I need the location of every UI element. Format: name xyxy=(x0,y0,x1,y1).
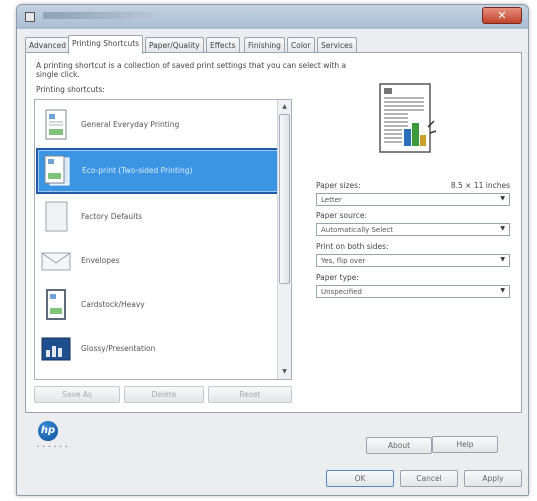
window-title-blurred xyxy=(43,12,153,19)
shortcut-general-everyday-printing[interactable]: General Everyday Printing xyxy=(37,104,279,146)
tab-finishing[interactable]: Finishing xyxy=(244,37,285,53)
shortcut-label: Eco-print (Two-sided Printing) xyxy=(82,166,193,175)
close-button[interactable]: ✕ xyxy=(482,7,522,24)
paper-type-label: Paper type: xyxy=(316,273,359,282)
presentation-icon xyxy=(41,337,71,361)
shortcut-eco-print[interactable]: Eco-print (Two-sided Printing) xyxy=(36,148,281,194)
blank-page-icon xyxy=(45,201,68,232)
scroll-thumb[interactable] xyxy=(279,114,290,284)
shortcuts-scrollbar[interactable]: ▲ ▼ xyxy=(277,100,291,379)
print-properties-dialog: ✕ Advanced Printing Shortcuts Paper/Qual… xyxy=(16,4,529,496)
printer-icon xyxy=(25,12,35,22)
hp-logo-dots: • • • • • • xyxy=(37,444,69,449)
shortcut-label: Envelopes xyxy=(81,256,120,265)
shortcut-glossy-presentation[interactable]: Glossy/Presentation xyxy=(37,328,279,370)
scroll-down-icon[interactable]: ▼ xyxy=(278,365,291,379)
help-button[interactable]: Help xyxy=(432,436,498,453)
hp-logo-icon: hp xyxy=(38,421,58,441)
panel-description: A printing shortcut is a collection of s… xyxy=(36,61,347,79)
tab-printing-shortcuts[interactable]: Printing Shortcuts xyxy=(68,35,144,54)
paper-size-select[interactable]: Letter ▼ xyxy=(316,193,510,206)
print-both-sides-label: Print on both sides: xyxy=(316,242,389,251)
cardstock-icon xyxy=(46,289,66,320)
apply-button[interactable]: Apply xyxy=(464,470,522,487)
tab-effects[interactable]: Effects xyxy=(206,37,240,53)
paper-size-dimensions: 8.5 × 11 inches xyxy=(450,181,510,190)
print-both-sides-select[interactable]: Yes, flip over ▼ xyxy=(316,254,510,267)
shortcut-factory-defaults[interactable]: Factory Defaults xyxy=(37,196,279,238)
envelope-icon xyxy=(41,252,71,271)
paper-type-select[interactable]: Unspecified ▼ xyxy=(316,285,510,298)
shortcut-label: Glossy/Presentation xyxy=(81,344,156,353)
tab-strip: Advanced Printing Shortcuts Paper/Qualit… xyxy=(25,35,520,54)
page-preview-icon xyxy=(379,83,437,153)
cancel-button[interactable]: Cancel xyxy=(400,470,458,487)
paper-type-selected: Unspecified xyxy=(321,288,362,296)
tab-services[interactable]: Services xyxy=(317,37,357,53)
scroll-up-icon[interactable]: ▲ xyxy=(278,100,291,114)
printing-shortcuts-label: Printing shortcuts: xyxy=(36,85,105,94)
paper-source-label: Paper source: xyxy=(316,211,368,220)
shortcuts-list[interactable]: General Everyday Printing Eco-print (Two… xyxy=(34,99,292,380)
save-as-button[interactable]: Save As xyxy=(34,386,120,403)
paper-size-label: Paper sizes: xyxy=(316,181,361,190)
delete-button[interactable]: Delete xyxy=(124,386,204,403)
shortcut-label: Factory Defaults xyxy=(81,212,143,221)
paper-size-selected: Letter xyxy=(321,196,342,204)
printing-shortcuts-panel: A printing shortcut is a collection of s… xyxy=(25,52,522,454)
tab-color[interactable]: Color xyxy=(287,37,315,53)
paper-source-selected: Automatically Select xyxy=(321,226,394,234)
chevron-down-icon: ▼ xyxy=(500,195,505,202)
tab-advanced[interactable]: Advanced xyxy=(25,37,71,53)
print-both-sides-selected: Yes, flip over xyxy=(321,257,366,265)
chevron-down-icon: ▼ xyxy=(500,287,505,294)
shortcut-envelopes[interactable]: Envelopes xyxy=(37,240,279,282)
ok-button[interactable]: OK xyxy=(326,470,394,487)
document-icon xyxy=(45,109,67,140)
about-button[interactable]: About xyxy=(366,437,432,454)
tab-paper-quality[interactable]: Paper/Quality xyxy=(145,37,204,53)
paper-source-select[interactable]: Automatically Select ▼ xyxy=(316,223,510,236)
chevron-down-icon: ▼ xyxy=(500,256,505,263)
title-bar[interactable]: ✕ xyxy=(17,5,528,29)
shortcut-cardstock-heavy[interactable]: Cardstock/Heavy xyxy=(37,284,279,326)
shortcut-label: Cardstock/Heavy xyxy=(81,300,145,309)
chevron-down-icon: ▼ xyxy=(500,225,505,232)
reset-button[interactable]: Reset xyxy=(208,386,292,403)
duplex-document-icon xyxy=(44,155,70,186)
shortcut-label: General Everyday Printing xyxy=(81,120,180,129)
